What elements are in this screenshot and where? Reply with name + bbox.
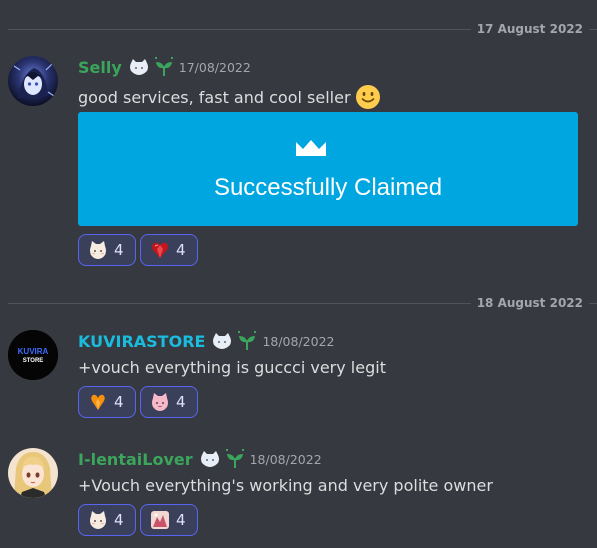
avatar[interactable] [8, 56, 58, 106]
reactions: 4 4 [78, 386, 198, 418]
username[interactable]: KUVIRASTORE [78, 332, 205, 351]
avatar-text: KUVIRA [18, 347, 49, 356]
reaction-count: 4 [114, 241, 124, 259]
timestamp[interactable]: 18/08/2022 [262, 334, 334, 349]
message-header: KUVIRASTORE 18/08/2022 [78, 330, 334, 352]
username[interactable]: I-lentaiLover [78, 450, 193, 469]
reaction-red-heart-gem[interactable]: 4 [140, 234, 198, 266]
reaction-count: 4 [114, 393, 124, 411]
message-text: +Vouch everything's working and very pol… [78, 476, 493, 495]
reaction-cat-face[interactable]: 4 [78, 504, 136, 536]
message-header: Selly 17/08/2022 [78, 56, 251, 78]
username[interactable]: Selly [78, 58, 122, 77]
anime-sticker-icon [151, 511, 169, 529]
divider-line [8, 28, 471, 30]
cat-face-icon [90, 511, 106, 529]
avatar[interactable] [8, 448, 58, 498]
pink-cat-icon [152, 393, 168, 411]
reaction-count: 4 [176, 241, 186, 259]
cat-badge-icon [211, 332, 233, 350]
reaction-pink-cat[interactable]: 4 [140, 386, 198, 418]
crown-icon [296, 140, 326, 156]
divider-date: 18 August 2022 [476, 296, 583, 310]
reaction-orange-heart[interactable]: 4 [78, 386, 136, 418]
avatar[interactable]: KUVIRA STORE [8, 330, 58, 380]
reactions: 4 4 [78, 234, 198, 266]
timestamp[interactable]: 18/08/2022 [250, 452, 322, 467]
cat-badge-icon [199, 450, 221, 468]
reaction-count: 4 [176, 393, 186, 411]
claim-embed[interactable]: Successfully Claimed [78, 112, 578, 226]
reaction-count: 4 [114, 511, 124, 529]
date-divider: 18 August 2022 [8, 294, 597, 312]
sprout-badge-icon [236, 331, 258, 351]
date-divider: 17 August 2022 [8, 20, 597, 38]
reactions: 4 4 [78, 504, 198, 536]
slightly-smiling-face-icon [355, 84, 381, 110]
orange-heart-icon [91, 394, 105, 410]
divider-line [589, 28, 597, 30]
reaction-cat-face[interactable]: 4 [78, 234, 136, 266]
reaction-count: 4 [176, 511, 186, 529]
message-text: +vouch everything is guccci very legit [78, 358, 386, 377]
reaction-anime-sticker[interactable]: 4 [140, 504, 198, 536]
avatar-text: STORE [23, 358, 44, 364]
cat-badge-icon [128, 58, 150, 76]
red-heart-gem-icon [152, 242, 168, 258]
sprout-badge-icon [153, 57, 175, 77]
divider-date: 17 August 2022 [476, 22, 583, 36]
divider-line [589, 302, 597, 304]
sprout-badge-icon [224, 449, 246, 469]
message-text-content: good services, fast and cool seller [78, 87, 351, 107]
divider-line [8, 302, 471, 304]
message-text: good services, fast and cool seller [78, 84, 381, 110]
embed-title: Successfully Claimed [213, 174, 443, 201]
message-header: I-lentaiLover 18/08/2022 [78, 448, 322, 470]
cat-face-icon [90, 241, 106, 259]
timestamp[interactable]: 17/08/2022 [179, 60, 251, 75]
